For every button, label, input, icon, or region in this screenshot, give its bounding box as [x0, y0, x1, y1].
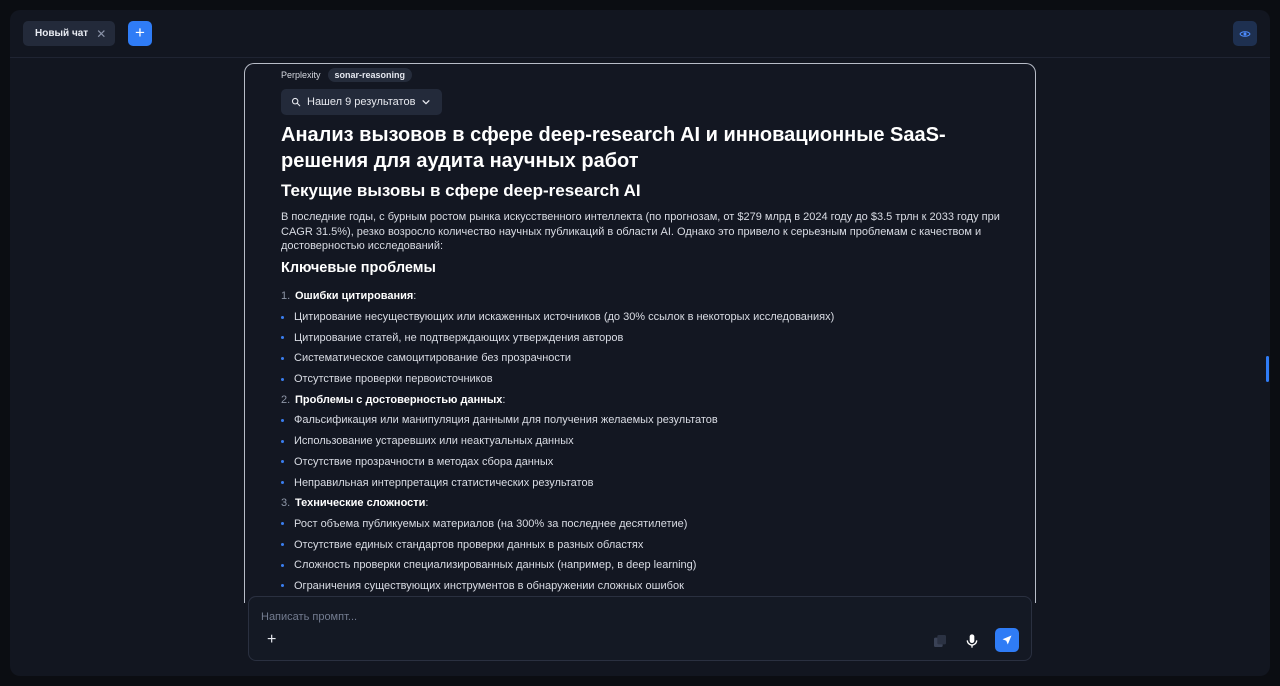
file-stack-icon	[934, 635, 946, 647]
tab-new-chat[interactable]: Новый чат ✕	[23, 21, 115, 46]
list-item: Использование устаревших или неактуальны…	[281, 431, 1027, 452]
visibility-toggle-button[interactable]	[1233, 21, 1257, 46]
answer-title: Анализ вызовов в сфере deep-research AI …	[281, 124, 946, 172]
scrollbar-thumb[interactable]	[1266, 356, 1269, 382]
sources-results-button[interactable]: Нашел 9 результатов	[281, 89, 442, 115]
list-item-text: Отсутствие единых стандартов проверки да…	[294, 538, 644, 551]
provider-label: Perplexity	[281, 70, 321, 80]
list-item-text: Рост объема публикуемых материалов (на 3…	[294, 517, 688, 530]
search-icon	[291, 97, 301, 107]
plus-icon: +	[267, 631, 277, 648]
intro-paragraph: В последние годы, с бурным ростом рынка …	[281, 211, 1000, 252]
bullet-icon	[281, 543, 284, 547]
numbered-item: 2. Проблемы с достоверностью данных:	[281, 393, 506, 406]
results-label: Нашел 9 результатов	[307, 96, 416, 108]
bullet-icon	[281, 481, 284, 485]
bullet-icon	[281, 315, 284, 319]
answer-card: Perplexity sonar-reasoning Нашел 9 резул…	[244, 63, 1036, 603]
microphone-icon	[966, 634, 978, 648]
item-number: 1.	[281, 290, 291, 303]
list-item-text: Цитирование несуществующих или искаженны…	[294, 311, 835, 324]
list-item: Отсутствие прозрачности в методах сбора …	[281, 452, 1027, 473]
list-item: Отсутствие проверки первоисточников	[281, 369, 1027, 390]
list-item: Сложность проверки специализированных да…	[281, 555, 1027, 576]
list-item: Цитирование несуществующих или искаженны…	[281, 307, 1027, 328]
send-button[interactable]	[995, 628, 1019, 652]
bullet-icon	[281, 439, 284, 443]
attach-button[interactable]: +	[267, 632, 281, 648]
list-item-text: Цитирование статей, не подтверждающих ут…	[294, 331, 624, 344]
list-item-text: Неправильная интерпретация статистически…	[294, 476, 594, 489]
list-item-text: Ограничения существующих инструментов в …	[294, 579, 684, 592]
list-item: Фальсификация или манипуляция данными дл…	[281, 410, 1027, 431]
tab-label: Новый чат	[35, 28, 89, 39]
send-icon	[1002, 635, 1012, 645]
close-icon[interactable]: ✕	[96, 27, 106, 41]
list-item-text: Фальсификация или манипуляция данными дл…	[294, 414, 718, 427]
numbered-item: 1. Ошибки цитирования:	[281, 290, 417, 303]
item-title: Проблемы с достоверностью данных	[295, 393, 503, 406]
list-item-text: Систематическое самоцитирование без проз…	[294, 352, 572, 365]
answer-meta: Perplexity sonar-reasoning	[281, 68, 413, 82]
prompt-composer: +	[248, 596, 1032, 661]
model-badge: sonar-reasoning	[327, 68, 413, 82]
chevron-down-icon	[422, 100, 430, 105]
bullet-icon	[281, 418, 284, 422]
app-window: Новый чат ✕ + Perplexity sonar-reasoning…	[10, 10, 1270, 676]
section-title: Текущие вызовы в сфере deep-research AI	[281, 181, 641, 200]
bullet-icon	[281, 563, 284, 567]
problems-list: 1. Ошибки цитирования: Цитирование несущ…	[281, 286, 1027, 596]
top-bar: Новый чат ✕ +	[10, 10, 1270, 58]
list-item: Неправильная интерпретация статистически…	[281, 472, 1027, 493]
eye-icon	[1239, 30, 1251, 37]
list-item-text: Отсутствие проверки первоисточников	[294, 373, 493, 386]
files-button[interactable]	[932, 633, 948, 649]
list-item: Отсутствие единых стандартов проверки да…	[281, 534, 1027, 555]
item-title: Ошибки цитирования	[295, 290, 414, 303]
bullet-icon	[281, 336, 284, 340]
voice-input-button[interactable]	[964, 632, 980, 650]
bullet-icon	[281, 377, 284, 381]
new-chat-button[interactable]: +	[128, 21, 152, 46]
item-number: 3.	[281, 497, 291, 510]
prompt-input[interactable]	[261, 609, 861, 625]
list-item-text: Использование устаревших или неактуальны…	[294, 435, 574, 448]
list-item: Ограничения существующих инструментов в …	[281, 576, 1027, 597]
plus-icon: +	[135, 23, 145, 42]
item-title: Технические сложности	[295, 497, 426, 510]
list-item-text: Отсутствие прозрачности в методах сбора …	[294, 455, 554, 468]
list-item: Систематическое самоцитирование без проз…	[281, 348, 1027, 369]
bullet-icon	[281, 584, 284, 588]
list-item: Цитирование статей, не подтверждающих ут…	[281, 327, 1027, 348]
numbered-item: 3. Технические сложности:	[281, 497, 429, 510]
bullet-icon	[281, 356, 284, 360]
subsection-title: Ключевые проблемы	[281, 260, 436, 276]
bullet-icon	[281, 460, 284, 464]
list-item-text: Сложность проверки специализированных да…	[294, 559, 697, 572]
bullet-icon	[281, 522, 284, 526]
list-item: Рост объема публикуемых материалов (на 3…	[281, 514, 1027, 535]
item-number: 2.	[281, 393, 291, 406]
